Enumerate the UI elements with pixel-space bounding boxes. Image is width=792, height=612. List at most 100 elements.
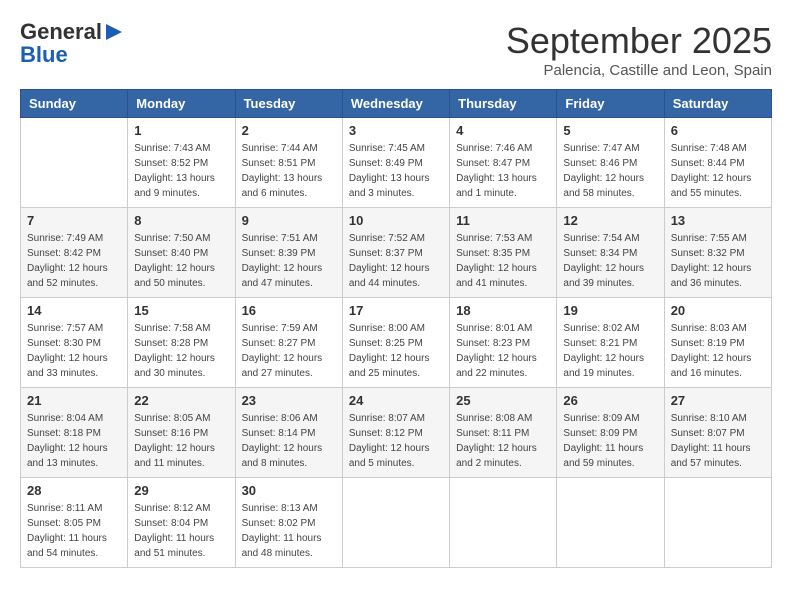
- calendar-cell: 21Sunrise: 8:04 AM Sunset: 8:18 PM Dayli…: [21, 388, 128, 478]
- calendar-cell: 19 Sunrise: 8:02 AM Sunset: 8:21 PM Dayli…: [557, 298, 664, 388]
- logo-arrow-icon: [104, 22, 124, 42]
- week-row-2: 7 Sunrise: 7:49 AM Sunset: 8:42 PM Daylig…: [21, 208, 772, 298]
- day-number: 27: [671, 393, 765, 408]
- day-number: 5: [563, 123, 657, 138]
- day-info: Sunrise: 7:54 AM Sunset: 8:34 PM Dayligh…: [563, 231, 657, 291]
- calendar-cell: 8 Sunrise: 7:50 AM Sunset: 8:40 PM Daylig…: [128, 208, 235, 298]
- day-info: Sunrise: 7:50 AM Sunset: 8:40 PM Dayligh…: [134, 231, 228, 291]
- week-row-3: 14 Sunrise: 7:57 AM Sunset: 8:30 PM Dayli…: [21, 298, 772, 388]
- day-number: 8: [134, 213, 228, 228]
- calendar-cell: 7 Sunrise: 7:49 AM Sunset: 8:42 PM Daylig…: [21, 208, 128, 298]
- day-info: Sunrise: 7:48 AM Sunset: 8:44 PM Dayligh…: [671, 141, 765, 201]
- day-number: 4: [456, 123, 550, 138]
- day-info: Sunrise: 7:58 AM Sunset: 8:28 PM Dayligh…: [134, 321, 228, 381]
- day-number: 29: [134, 483, 228, 498]
- week-row-4: 21Sunrise: 8:04 AM Sunset: 8:18 PM Dayli…: [21, 388, 772, 478]
- calendar-cell: 30 Sunrise: 8:13 AM Sunset: 8:02 PM Dayli…: [235, 478, 342, 568]
- logo-text-general: General: [20, 20, 102, 44]
- day-info: Sunrise: 7:52 AM Sunset: 8:37 PM Dayligh…: [349, 231, 443, 291]
- calendar-cell: 12 Sunrise: 7:54 AM Sunset: 8:34 PM Dayli…: [557, 208, 664, 298]
- day-number: 28: [27, 483, 121, 498]
- header-day-friday: Friday: [557, 90, 664, 118]
- location: Palencia, Castille and Leon, Spain: [506, 62, 772, 79]
- calendar-cell: 3 Sunrise: 7:45 AM Sunset: 8:49 PM Daylig…: [342, 118, 449, 208]
- day-info: Sunrise: 8:05 AM Sunset: 8:16 PM Dayligh…: [134, 411, 228, 471]
- calendar-table: SundayMondayTuesdayWednesdayThursdayFrid…: [20, 89, 772, 568]
- calendar-cell: 28Sunrise: 8:11 AM Sunset: 8:05 PM Dayli…: [21, 478, 128, 568]
- day-number: 7: [27, 213, 121, 228]
- calendar-cell: 16 Sunrise: 7:59 AM Sunset: 8:27 PM Dayli…: [235, 298, 342, 388]
- day-info: Sunrise: 8:12 AM Sunset: 8:04 PM Dayligh…: [134, 501, 228, 561]
- calendar-cell: 29 Sunrise: 8:12 AM Sunset: 8:04 PM Dayli…: [128, 478, 235, 568]
- day-info: Sunrise: 7:47 AM Sunset: 8:46 PM Dayligh…: [563, 141, 657, 201]
- logo: General Blue: [20, 20, 124, 66]
- day-number: 26: [563, 393, 657, 408]
- calendar-cell: [450, 478, 557, 568]
- day-number: 13: [671, 213, 765, 228]
- day-info: Sunrise: 7:53 AM Sunset: 8:35 PM Dayligh…: [456, 231, 550, 291]
- day-number: 20: [671, 303, 765, 318]
- calendar-cell: [21, 118, 128, 208]
- week-row-5: 28Sunrise: 8:11 AM Sunset: 8:05 PM Dayli…: [21, 478, 772, 568]
- calendar-cell: 13Sunrise: 7:55 AM Sunset: 8:32 PM Dayli…: [664, 208, 771, 298]
- calendar-cell: 27 Sunrise: 8:10 AM Sunset: 8:07 PM Dayli…: [664, 388, 771, 478]
- day-number: 15: [134, 303, 228, 318]
- day-number: 14: [27, 303, 121, 318]
- day-number: 6: [671, 123, 765, 138]
- header-day-tuesday: Tuesday: [235, 90, 342, 118]
- calendar-cell: 14 Sunrise: 7:57 AM Sunset: 8:30 PM Dayli…: [21, 298, 128, 388]
- calendar-cell: 9Sunrise: 7:51 AM Sunset: 8:39 PM Daylig…: [235, 208, 342, 298]
- day-number: 19: [563, 303, 657, 318]
- day-number: 3: [349, 123, 443, 138]
- day-info: Sunrise: 8:09 AM Sunset: 8:09 PM Dayligh…: [563, 411, 657, 471]
- calendar-cell: 17Sunrise: 8:00 AM Sunset: 8:25 PM Dayli…: [342, 298, 449, 388]
- header-row: SundayMondayTuesdayWednesdayThursdayFrid…: [21, 90, 772, 118]
- calendar-cell: 5 Sunrise: 7:47 AM Sunset: 8:46 PM Daylig…: [557, 118, 664, 208]
- day-number: 18: [456, 303, 550, 318]
- day-info: Sunrise: 8:08 AM Sunset: 8:11 PM Dayligh…: [456, 411, 550, 471]
- day-info: Sunrise: 7:45 AM Sunset: 8:49 PM Dayligh…: [349, 141, 443, 201]
- day-info: Sunrise: 8:02 AM Sunset: 8:21 PM Dayligh…: [563, 321, 657, 381]
- day-info: Sunrise: 8:04 AM Sunset: 8:18 PM Dayligh…: [27, 411, 121, 471]
- calendar-cell: 6 Sunrise: 7:48 AM Sunset: 8:44 PM Daylig…: [664, 118, 771, 208]
- calendar-cell: 24Sunrise: 8:07 AM Sunset: 8:12 PM Dayli…: [342, 388, 449, 478]
- day-info: Sunrise: 7:49 AM Sunset: 8:42 PM Dayligh…: [27, 231, 121, 291]
- month-title: September 2025: [506, 20, 772, 62]
- day-number: 30: [242, 483, 336, 498]
- calendar-cell: 25 Sunrise: 8:08 AM Sunset: 8:11 PM Dayli…: [450, 388, 557, 478]
- day-number: 23: [242, 393, 336, 408]
- day-number: 22: [134, 393, 228, 408]
- calendar-cell: 15 Sunrise: 7:58 AM Sunset: 8:28 PM Dayli…: [128, 298, 235, 388]
- day-info: Sunrise: 8:13 AM Sunset: 8:02 PM Dayligh…: [242, 501, 336, 561]
- day-number: 25: [456, 393, 550, 408]
- day-number: 12: [563, 213, 657, 228]
- calendar-cell: 10 Sunrise: 7:52 AM Sunset: 8:37 PM Dayli…: [342, 208, 449, 298]
- day-info: Sunrise: 7:46 AM Sunset: 8:47 PM Dayligh…: [456, 141, 550, 201]
- day-info: Sunrise: 8:10 AM Sunset: 8:07 PM Dayligh…: [671, 411, 765, 471]
- day-info: Sunrise: 7:57 AM Sunset: 8:30 PM Dayligh…: [27, 321, 121, 381]
- day-number: 9: [242, 213, 336, 228]
- logo-text-blue: Blue: [20, 44, 124, 66]
- header: General Blue September 2025 Palencia, Ca…: [20, 20, 772, 79]
- day-info: Sunrise: 7:59 AM Sunset: 8:27 PM Dayligh…: [242, 321, 336, 381]
- calendar-cell: [664, 478, 771, 568]
- day-info: Sunrise: 7:44 AM Sunset: 8:51 PM Dayligh…: [242, 141, 336, 201]
- day-number: 2: [242, 123, 336, 138]
- header-day-saturday: Saturday: [664, 90, 771, 118]
- week-row-1: 1 Sunrise: 7:43 AM Sunset: 8:52 PM Daylig…: [21, 118, 772, 208]
- day-number: 16: [242, 303, 336, 318]
- day-number: 17: [349, 303, 443, 318]
- calendar-cell: 2 Sunrise: 7:44 AM Sunset: 8:51 PM Daylig…: [235, 118, 342, 208]
- calendar-cell: 26 Sunrise: 8:09 AM Sunset: 8:09 PM Dayli…: [557, 388, 664, 478]
- calendar-cell: 11 Sunrise: 7:53 AM Sunset: 8:35 PM Dayli…: [450, 208, 557, 298]
- day-number: 11: [456, 213, 550, 228]
- day-number: 10: [349, 213, 443, 228]
- calendar-cell: [342, 478, 449, 568]
- header-day-sunday: Sunday: [21, 90, 128, 118]
- day-info: Sunrise: 7:43 AM Sunset: 8:52 PM Dayligh…: [134, 141, 228, 201]
- header-day-wednesday: Wednesday: [342, 90, 449, 118]
- calendar-cell: [557, 478, 664, 568]
- day-number: 1: [134, 123, 228, 138]
- title-area: September 2025 Palencia, Castille and Le…: [506, 20, 772, 79]
- calendar-cell: 1 Sunrise: 7:43 AM Sunset: 8:52 PM Daylig…: [128, 118, 235, 208]
